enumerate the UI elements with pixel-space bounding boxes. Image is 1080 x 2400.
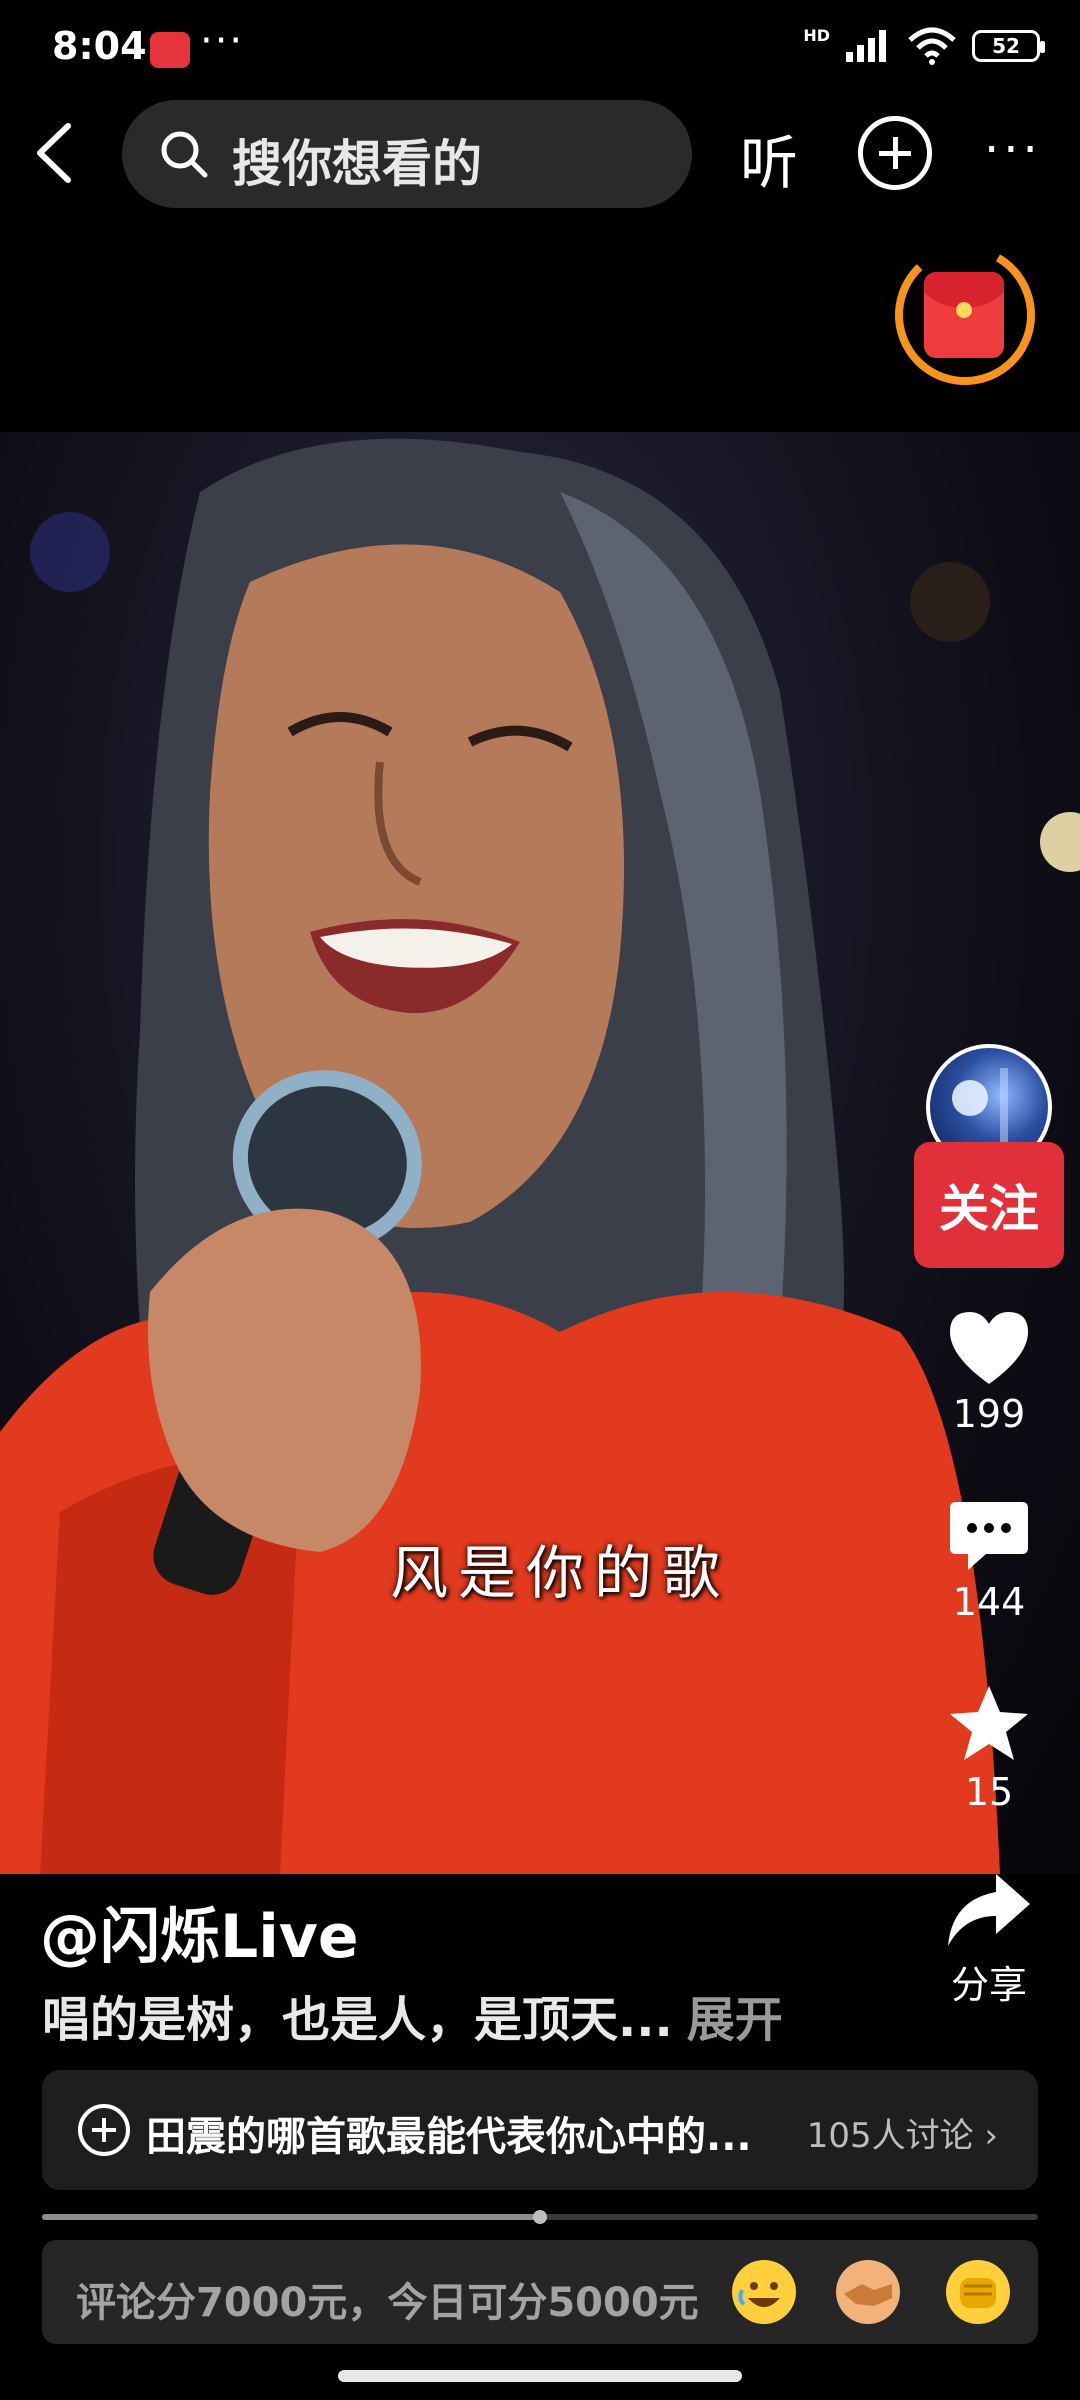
search-icon [161, 131, 208, 178]
video-progress-bar[interactable] [42, 2210, 1038, 2224]
handshake-emoji-icon[interactable] [836, 2260, 900, 2324]
topic-text: 田震的哪首歌最能代表你心中的... [146, 2114, 752, 2160]
heart-icon [950, 1312, 1028, 1384]
home-indicator[interactable] [338, 2370, 742, 2382]
comment-button[interactable]: 144 [918, 1496, 1060, 1624]
comment-count: 144 [952, 1580, 1026, 1624]
add-icon[interactable] [858, 116, 932, 190]
share-label: 分享 [950, 1963, 1027, 2007]
like-count: 199 [952, 1392, 1026, 1436]
signal-icon [846, 30, 886, 62]
topic-discussion-pill[interactable]: 田震的哪首歌最能代表你心中的... 105人讨论 › [42, 2070, 1038, 2190]
comment-placeholder: 评论分7000元，今日可分5000元 [76, 2280, 699, 2326]
listen-button[interactable]: 听 [740, 116, 798, 200]
wifi-icon [908, 27, 956, 65]
follow-button[interactable]: 关注 [914, 1142, 1064, 1268]
progress-fill [42, 2214, 540, 2220]
add-topic-icon [78, 2104, 130, 2156]
network-label: HD [803, 26, 830, 45]
like-button[interactable]: 199 [918, 1308, 1060, 1436]
fist-emoji-icon[interactable] [946, 2260, 1010, 2324]
caption-text: 唱的是树，也是人，是顶天... [42, 1992, 673, 2048]
favorite-button[interactable]: 15 [918, 1682, 1060, 1814]
status-bar: 8:04 ··· HD 52 [0, 0, 1080, 96]
share-icon [948, 1874, 1030, 1946]
author-name[interactable]: @闪烁Live [40, 1888, 359, 1975]
topic-count: 105人讨论 › [806, 2116, 998, 2156]
screen: 8:04 ··· HD 52 搜你想看的 听 ··· 风是你的歌 关注 199 … [0, 0, 1080, 2400]
star-icon [950, 1686, 1028, 1760]
search-placeholder: 搜你想看的 [232, 135, 482, 193]
progress-knob[interactable] [533, 2210, 547, 2224]
top-bar: 搜你想看的 听 ··· [0, 100, 1080, 210]
status-time: 8:04 [52, 24, 147, 68]
red-envelope-icon [924, 272, 1004, 358]
lyric-subtitle: 风是你的歌 [390, 1539, 731, 1607]
status-more-icon: ··· [200, 18, 245, 64]
search-input[interactable]: 搜你想看的 [122, 100, 692, 208]
notification-app-icon [150, 32, 190, 68]
red-packet-button[interactable] [892, 242, 1038, 388]
status-indicators: HD 52 [803, 26, 1045, 66]
battery-indicator: 52 [972, 30, 1045, 62]
comment-input[interactable]: 评论分7000元，今日可分5000元 [42, 2240, 1038, 2344]
comment-icon [950, 1502, 1028, 1570]
laugh-emoji-icon[interactable] [732, 2260, 796, 2324]
share-button[interactable]: 分享 [918, 1870, 1060, 2009]
favorite-count: 15 [964, 1770, 1014, 1814]
back-icon[interactable] [24, 118, 84, 188]
video-caption: 唱的是树，也是人，是顶天... 展开 [42, 1980, 783, 2050]
expand-link[interactable]: 展开 [687, 1992, 783, 2048]
more-icon[interactable]: ··· [984, 122, 1042, 178]
